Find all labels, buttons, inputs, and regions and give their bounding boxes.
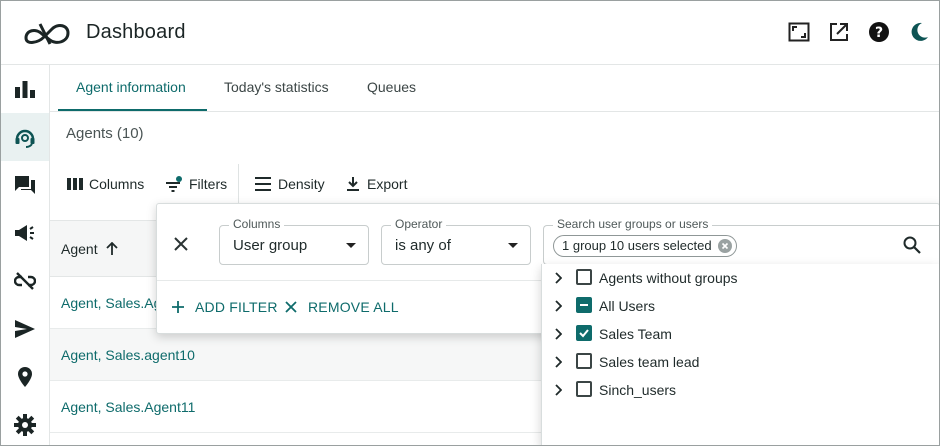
operator-select[interactable]: Operator is any of [381, 217, 531, 265]
plus-icon [172, 301, 184, 313]
density-button[interactable]: Density [254, 176, 325, 192]
agent-name-cell[interactable]: Agent, Sales.Agent11 [61, 399, 195, 415]
chevron-right-icon[interactable] [554, 300, 562, 312]
chevron-right-icon[interactable] [554, 272, 562, 284]
tree-checkbox[interactable] [576, 353, 592, 369]
sort-ascending-icon[interactable] [105, 242, 118, 256]
bar-chart-icon[interactable] [0, 65, 49, 113]
add-filter-label: ADD FILTER [195, 299, 278, 315]
agent-header-label: Agent [61, 241, 98, 257]
fullscreen-icon[interactable] [786, 19, 812, 45]
density-icon [255, 177, 271, 191]
settings-gear-icon[interactable] [0, 401, 49, 446]
agents-count-title: Agents (10) [66, 125, 144, 142]
sinch-logo-icon [24, 23, 70, 45]
filters-label: Filters [189, 176, 228, 192]
tree-checkbox-indeterminate[interactable] [576, 297, 592, 313]
chevron-right-icon[interactable] [554, 356, 562, 368]
columns-select[interactable]: Columns User group [219, 217, 369, 265]
tab-queues[interactable]: Queues [367, 79, 416, 95]
chevron-down-icon [508, 243, 518, 248]
close-icon [285, 301, 297, 313]
export-label: Export [367, 176, 408, 192]
left-nav-rail [0, 65, 50, 446]
tab-todays-statistics[interactable]: Today's statistics [224, 79, 329, 95]
export-button[interactable]: Export [345, 176, 407, 192]
tree-item-label: All Users [599, 298, 656, 314]
app-top-bar: Dashboard ? [0, 0, 940, 65]
tree-checkbox[interactable] [576, 269, 592, 285]
remove-all-label: REMOVE ALL [308, 299, 399, 315]
remove-all-button[interactable]: REMOVE ALL [284, 299, 399, 315]
tree-item-label: Agents without groups [599, 270, 738, 286]
tree-checkbox[interactable] [576, 381, 592, 397]
tree-item-sales-team[interactable]: Sales Team [542, 320, 940, 348]
search-field-label: Search user groups or users [553, 217, 713, 231]
density-label: Density [278, 176, 325, 192]
tree-item-agents-without-groups[interactable]: Agents without groups [542, 264, 940, 292]
chevron-right-icon[interactable] [554, 328, 562, 340]
agent-name-cell[interactable]: Agent, Sales.agent10 [61, 347, 195, 363]
add-filter-button[interactable]: ADD FILTER [171, 299, 278, 315]
location-pin-icon[interactable] [0, 353, 49, 401]
selection-chip-label: 1 group 10 users selected [562, 238, 712, 253]
filters-button[interactable]: Filters [165, 176, 227, 192]
filter-icon [166, 176, 182, 192]
tree-item-label: Sales Team [599, 326, 672, 342]
chat-icon[interactable] [0, 161, 49, 209]
tree-item-all-users[interactable]: All Users [542, 292, 940, 320]
agent-name-cell[interactable]: Agent, Sales.Ag [61, 295, 161, 311]
tree-item-sales-team-lead[interactable]: Sales team lead [542, 348, 940, 376]
tree-item-sinch-users[interactable]: Sinch_users [542, 376, 940, 404]
announcement-icon[interactable] [0, 209, 49, 257]
svg-text:?: ? [875, 25, 883, 41]
operator-select-label: Operator [391, 217, 447, 231]
send-icon[interactable] [0, 305, 49, 353]
chevron-down-icon [346, 243, 356, 248]
dark-mode-icon[interactable] [906, 19, 932, 45]
agent-headset-icon[interactable] [0, 113, 49, 161]
unlink-icon[interactable] [0, 257, 49, 305]
selection-chip[interactable]: 1 group 10 users selected [553, 235, 737, 257]
close-filter-icon[interactable] [171, 234, 191, 254]
open-external-icon[interactable] [826, 19, 852, 45]
chip-clear-icon[interactable] [717, 239, 732, 253]
app-title: Dashboard [86, 21, 186, 43]
columns-icon [67, 178, 83, 190]
user-group-search-input[interactable]: Search user groups or users 1 group 10 u… [543, 217, 940, 265]
download-icon [347, 177, 359, 191]
tab-agent-information[interactable]: Agent information [76, 79, 186, 95]
columns-button[interactable]: Columns [67, 176, 144, 192]
operator-select-value: is any of [395, 237, 451, 254]
user-group-tree-dropdown: Agents without groups All Users Sales Te… [541, 264, 940, 446]
agent-column-header[interactable]: Agent [61, 241, 118, 257]
chevron-right-icon[interactable] [554, 384, 562, 396]
tree-item-label: Sales team lead [599, 354, 700, 370]
search-icon[interactable] [903, 236, 921, 254]
active-tab-indicator [58, 109, 207, 111]
tree-item-label: Sinch_users [599, 382, 677, 398]
columns-select-label: Columns [229, 217, 285, 231]
columns-label: Columns [89, 176, 145, 192]
help-icon[interactable]: ? [866, 19, 892, 45]
columns-select-value: User group [233, 237, 308, 254]
tab-bar: Agent information Today's statistics Que… [50, 65, 940, 112]
tree-checkbox-checked[interactable] [576, 325, 592, 341]
